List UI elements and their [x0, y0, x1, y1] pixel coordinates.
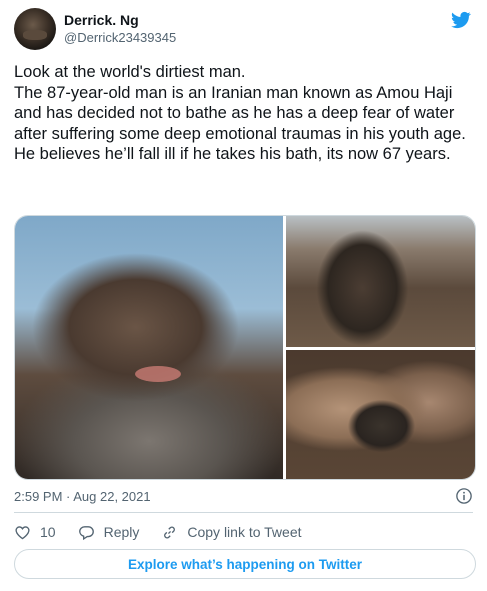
photo-sitting[interactable]	[286, 216, 475, 347]
like-count: 10	[40, 524, 56, 540]
reply-label: Reply	[103, 524, 140, 540]
author-handle[interactable]: @Derrick23439345	[64, 30, 176, 45]
info-icon[interactable]	[455, 487, 473, 505]
photo-hands-bowl[interactable]	[286, 350, 475, 479]
copy-link-label: Copy link to Tweet	[187, 524, 302, 540]
avatar[interactable]	[14, 8, 56, 50]
tweet-embed-card: Derrick. Ng @Derrick23439345 Look at the…	[0, 0, 487, 591]
reply-icon	[78, 525, 94, 540]
author-name[interactable]: Derrick. Ng	[64, 12, 139, 28]
link-icon	[164, 526, 176, 538]
like-button[interactable]: 10	[14, 524, 56, 541]
media-grid	[14, 215, 476, 480]
tweet-timestamp[interactable]: 2:59 PM · Aug 22, 2021	[14, 489, 151, 504]
reply-button[interactable]: Reply	[78, 524, 140, 541]
tweet-text: Look at the world's dirtiest man. The 87…	[14, 63, 466, 163]
heart-icon	[15, 525, 30, 539]
copy-link-button[interactable]: Copy link to Tweet	[161, 524, 302, 541]
twitter-bird-icon[interactable]	[449, 10, 473, 30]
tweet-header: Derrick. Ng @Derrick23439345	[14, 8, 473, 52]
divider	[14, 512, 473, 513]
tweet-actions: 10 Reply Copy link to Tweet	[14, 520, 474, 544]
explore-twitter-button[interactable]: Explore what’s happening on Twitter	[14, 549, 476, 579]
photo-portrait[interactable]	[15, 216, 283, 479]
